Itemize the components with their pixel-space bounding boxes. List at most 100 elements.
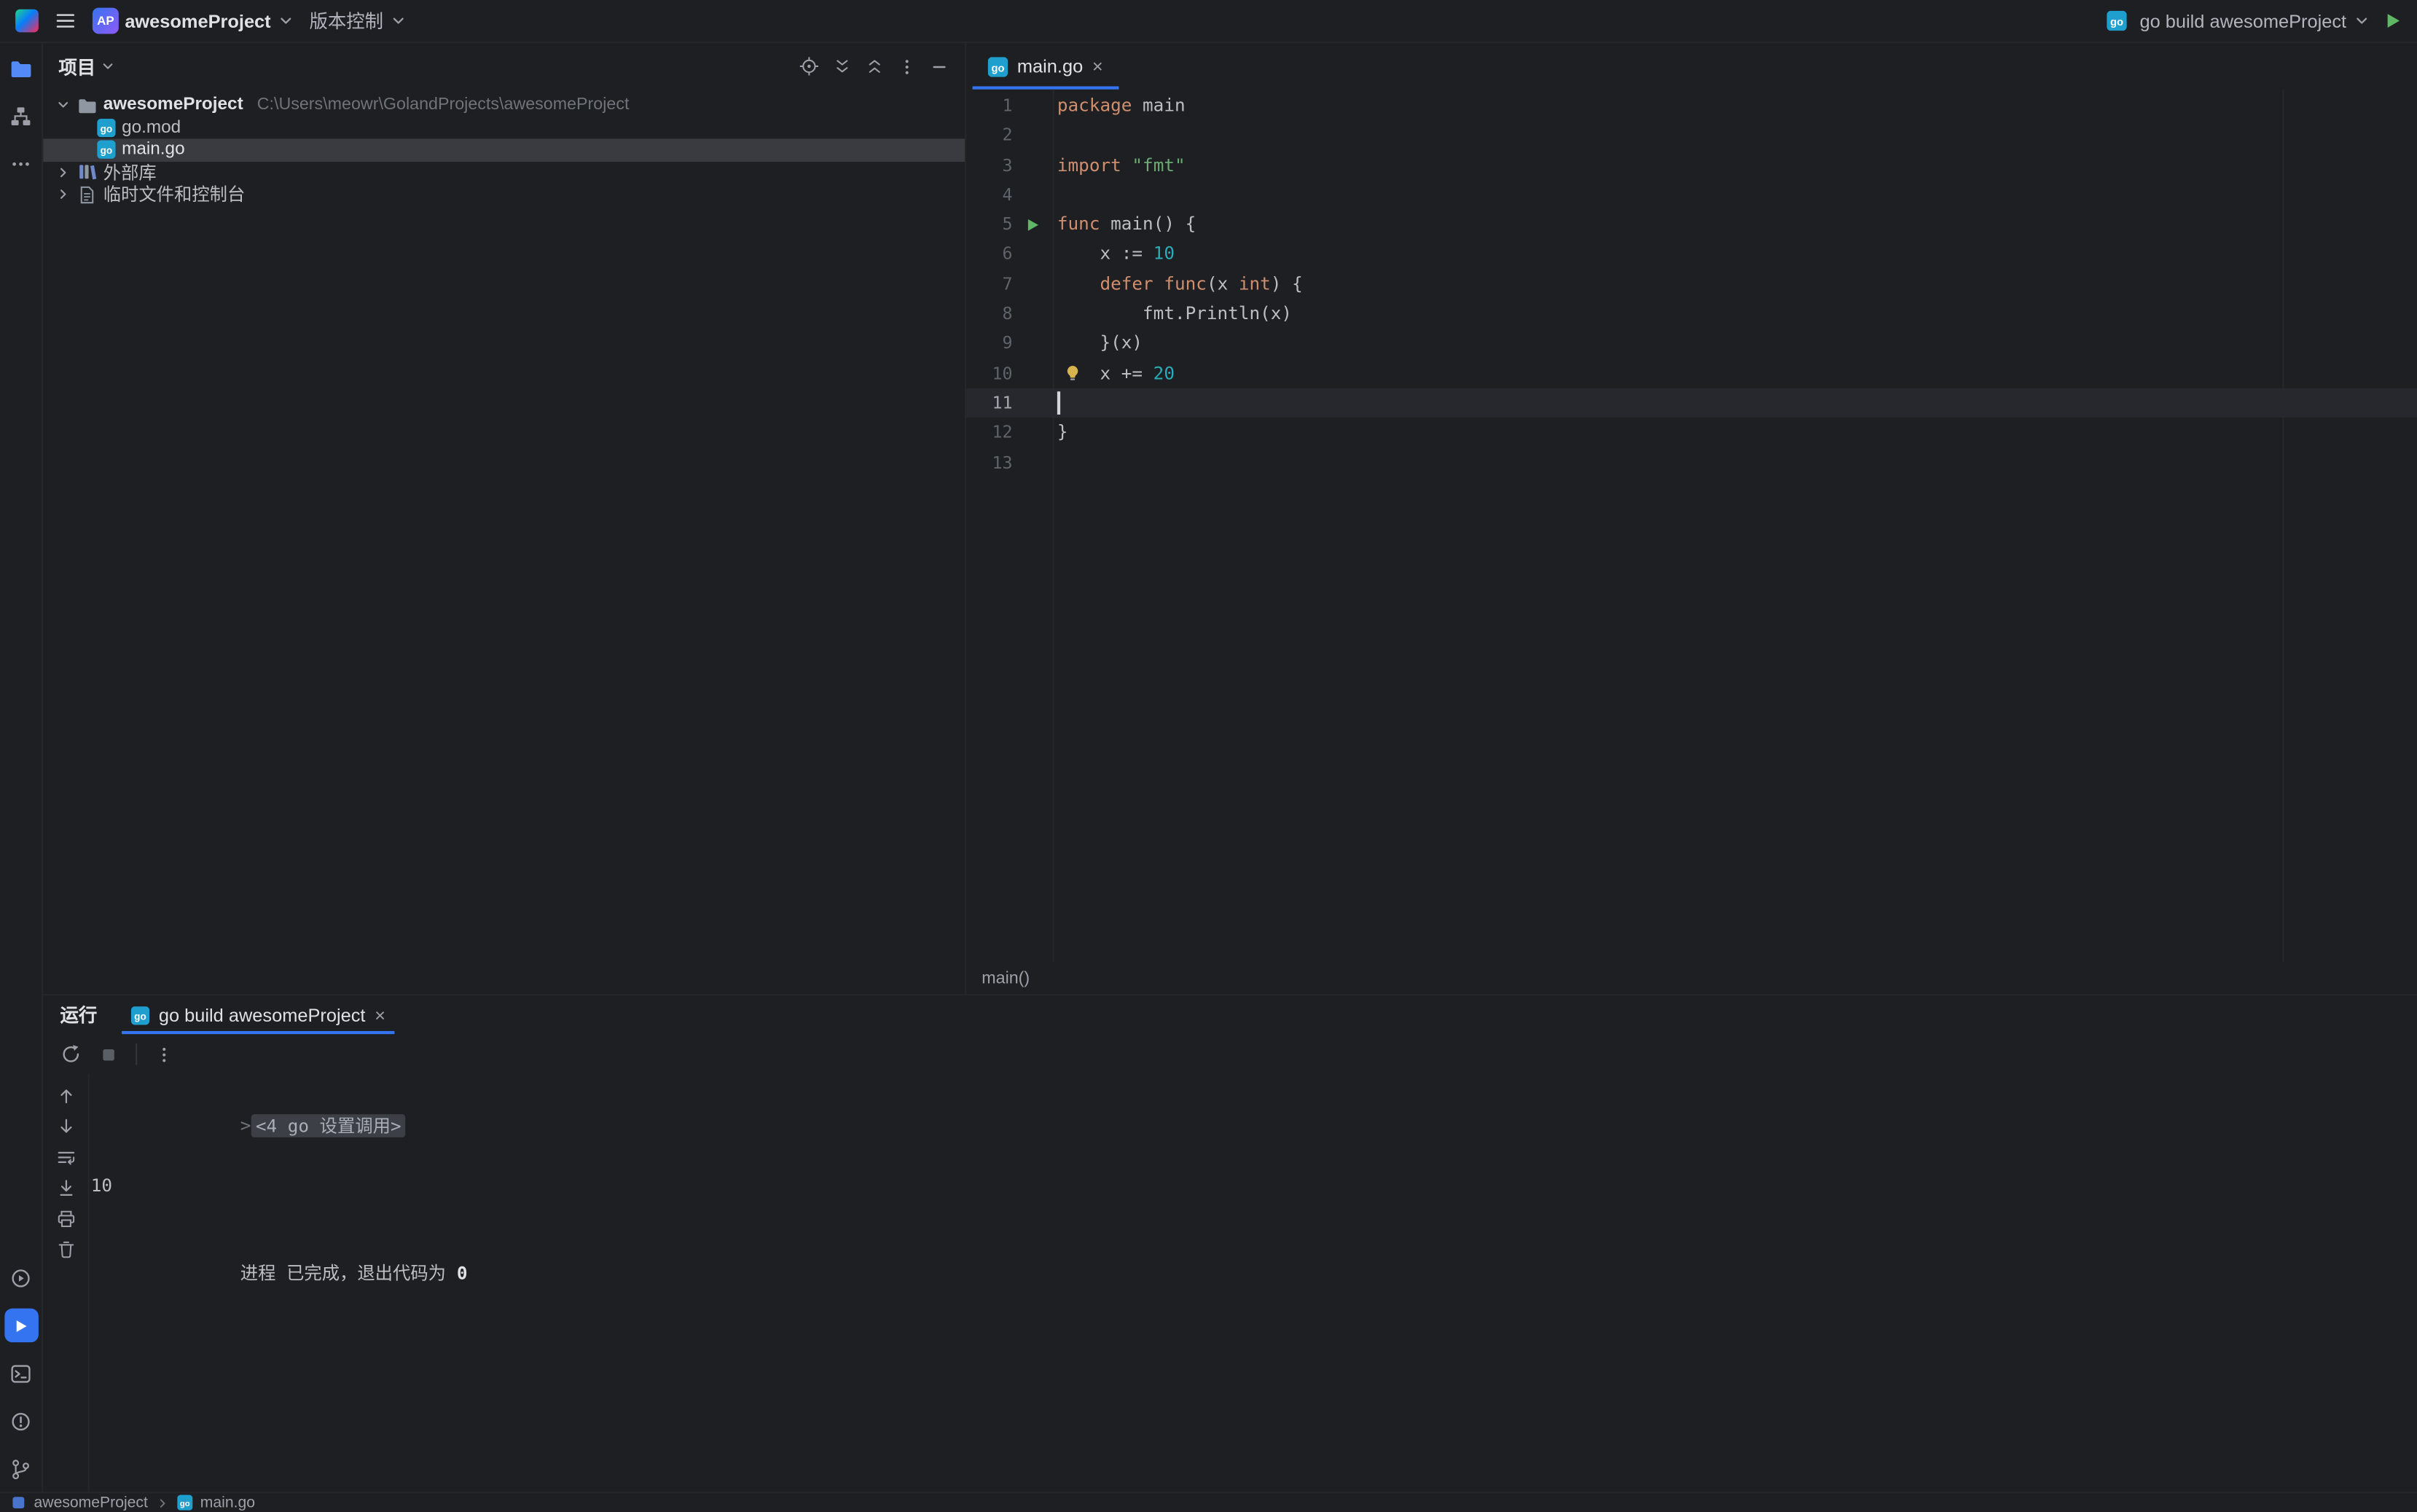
code-lines: 1package main23import "fmt"45func main()… <box>966 90 2417 478</box>
go-file-icon: go <box>177 1495 192 1511</box>
clear-console-icon[interactable] <box>52 1236 79 1262</box>
scroll-to-end-icon[interactable] <box>52 1175 79 1201</box>
tree-item-root[interactable]: awesomeProject C:\Users\meowr\GolandProj… <box>43 94 965 117</box>
intention-bulb-icon[interactable] <box>1063 363 1081 381</box>
toolbar-separator <box>136 1043 137 1065</box>
close-tab-icon[interactable]: × <box>1092 57 1103 75</box>
go-mod-file-icon: go <box>97 118 115 136</box>
go-run-config-icon: go <box>2107 11 2127 31</box>
run-toolwindow-button[interactable] <box>4 1309 38 1343</box>
chevron-down-icon[interactable] <box>101 58 116 74</box>
code-line-1[interactable]: 1package main <box>966 91 2417 121</box>
code-line-12[interactable]: 12} <box>966 418 2417 448</box>
line-number: 2 <box>966 121 1012 151</box>
hamburger-menu-icon[interactable] <box>54 9 77 33</box>
code-text: }(x) <box>1053 329 1143 359</box>
code-text: func main() { <box>1053 210 1196 240</box>
services-toolwindow-button[interactable] <box>4 1261 38 1295</box>
gutter-cell <box>1013 240 1053 270</box>
run-toolbar <box>43 1034 2417 1074</box>
run-tab[interactable]: go go build awesomeProject × <box>122 995 395 1034</box>
code-line-5[interactable]: 5func main() { <box>966 210 2417 240</box>
code-text <box>1053 448 1057 478</box>
run-config-selector[interactable]: go build awesomeProject <box>2140 10 2370 32</box>
code-line-8[interactable]: 8 fmt.Println(x) <box>966 299 2417 329</box>
up-stack-trace-icon[interactable] <box>52 1082 79 1108</box>
collapse-all-icon[interactable] <box>865 56 885 76</box>
line-number: 13 <box>966 448 1012 478</box>
svg-text:go: go <box>991 62 1004 74</box>
gutter-cell <box>1013 91 1053 121</box>
line-number: 10 <box>966 359 1012 388</box>
svg-text:go: go <box>2111 17 2124 28</box>
more-toolwindows-icon[interactable] <box>4 146 38 181</box>
status-crumb-file[interactable]: main.go <box>200 1495 255 1511</box>
code-line-6[interactable]: 6 x := 10 <box>966 240 2417 270</box>
expand-all-icon[interactable] <box>832 56 852 76</box>
editor-area: go main.go × 1package main23import "fmt"… <box>966 43 2417 994</box>
run-button[interactable] <box>2382 11 2402 31</box>
vcs-widget[interactable]: 版本控制 <box>310 8 407 34</box>
code-line-3[interactable]: 3import "fmt" <box>966 150 2417 180</box>
project-switcher[interactable]: AP awesomeProject <box>93 8 294 34</box>
code-line-10[interactable]: 10 x += 20 <box>966 359 2417 388</box>
project-title[interactable]: 项目 <box>58 53 95 79</box>
run-config-label: go build awesomeProject <box>2140 10 2347 32</box>
code-line-9[interactable]: 9 }(x) <box>966 329 2417 359</box>
project-toolwindow-button[interactable] <box>4 51 38 85</box>
run-header: 运行 go go build awesomeProject × <box>43 995 2417 1034</box>
run-title[interactable]: 运行 <box>60 995 97 1034</box>
chevron-right-icon[interactable] <box>55 187 71 202</box>
locate-file-icon[interactable] <box>799 55 820 77</box>
run-tab-label: go build awesomeProject <box>159 1004 366 1026</box>
tree-item-gomod[interactable]: go go.mod <box>43 117 965 139</box>
editor-body[interactable]: 1package main23import "fmt"45func main()… <box>966 90 2417 962</box>
code-line-11[interactable]: 11 <box>966 388 2417 418</box>
version-control-toolwindow-button[interactable] <box>4 1452 38 1486</box>
chevron-right-icon <box>155 1496 169 1510</box>
code-text: defer func(x int) { <box>1053 270 1303 299</box>
vcs-label: 版本控制 <box>310 8 384 34</box>
kebab-menu-icon[interactable] <box>897 56 917 76</box>
folded-region[interactable]: <4 go 设置调用> <box>251 1114 405 1137</box>
terminal-toolwindow-button[interactable] <box>4 1356 38 1390</box>
active-tab-underline <box>122 1031 395 1034</box>
soft-wrap-icon[interactable] <box>52 1143 79 1170</box>
stop-icon[interactable] <box>98 1044 118 1064</box>
breadcrumb[interactable]: main() <box>982 968 1030 987</box>
close-tab-icon[interactable]: × <box>375 1006 385 1024</box>
rerun-icon[interactable] <box>60 1043 82 1065</box>
editor-tab-maingo[interactable]: go main.go × <box>973 43 1119 89</box>
tree-item-maingo[interactable]: go main.go <box>43 138 965 161</box>
tree-item-label: 临时文件和控制台 <box>103 182 246 205</box>
code-line-7[interactable]: 7 defer func(x int) { <box>966 270 2417 299</box>
chevron-right-icon[interactable] <box>55 165 71 180</box>
tree-item-scratches[interactable]: 临时文件和控制台 <box>43 184 965 206</box>
structure-toolwindow-button[interactable] <box>4 98 38 133</box>
svg-text:go: go <box>180 1500 190 1508</box>
run-console[interactable]: ><4 go 设置调用> 10 进程 已完成，退出代码为0 <box>90 1074 2417 1492</box>
line-number: 7 <box>966 270 1012 299</box>
code-line-13[interactable]: 13 <box>966 448 2417 478</box>
tree-item-label: go.mod <box>122 118 181 136</box>
down-stack-trace-icon[interactable] <box>52 1113 79 1139</box>
run-line-icon[interactable] <box>1013 210 1053 240</box>
gutter-cell <box>1013 121 1053 151</box>
code-line-4[interactable]: 4 <box>966 180 2417 210</box>
breadcrumbs-bar: main() <box>966 962 2417 994</box>
go-file-icon: go <box>988 56 1008 76</box>
goland-logo-icon[interactable] <box>15 9 39 33</box>
code-line-2[interactable]: 2 <box>966 121 2417 151</box>
line-number: 4 <box>966 180 1012 210</box>
problems-toolwindow-button[interactable] <box>4 1404 38 1438</box>
status-crumb-project[interactable]: awesomeProject <box>34 1495 148 1511</box>
gutter-cell <box>1013 388 1053 418</box>
tree-item-external-libraries[interactable]: 外部库 <box>43 161 965 184</box>
print-icon[interactable] <box>52 1205 79 1231</box>
toolbar-right: go go build awesomeProject <box>2107 10 2402 32</box>
hide-toolwindow-icon[interactable] <box>929 56 949 76</box>
chevron-down-icon <box>390 12 407 29</box>
chevron-down-icon[interactable] <box>55 98 71 113</box>
kebab-menu-icon[interactable] <box>154 1044 174 1064</box>
line-number: 11 <box>966 388 1012 418</box>
